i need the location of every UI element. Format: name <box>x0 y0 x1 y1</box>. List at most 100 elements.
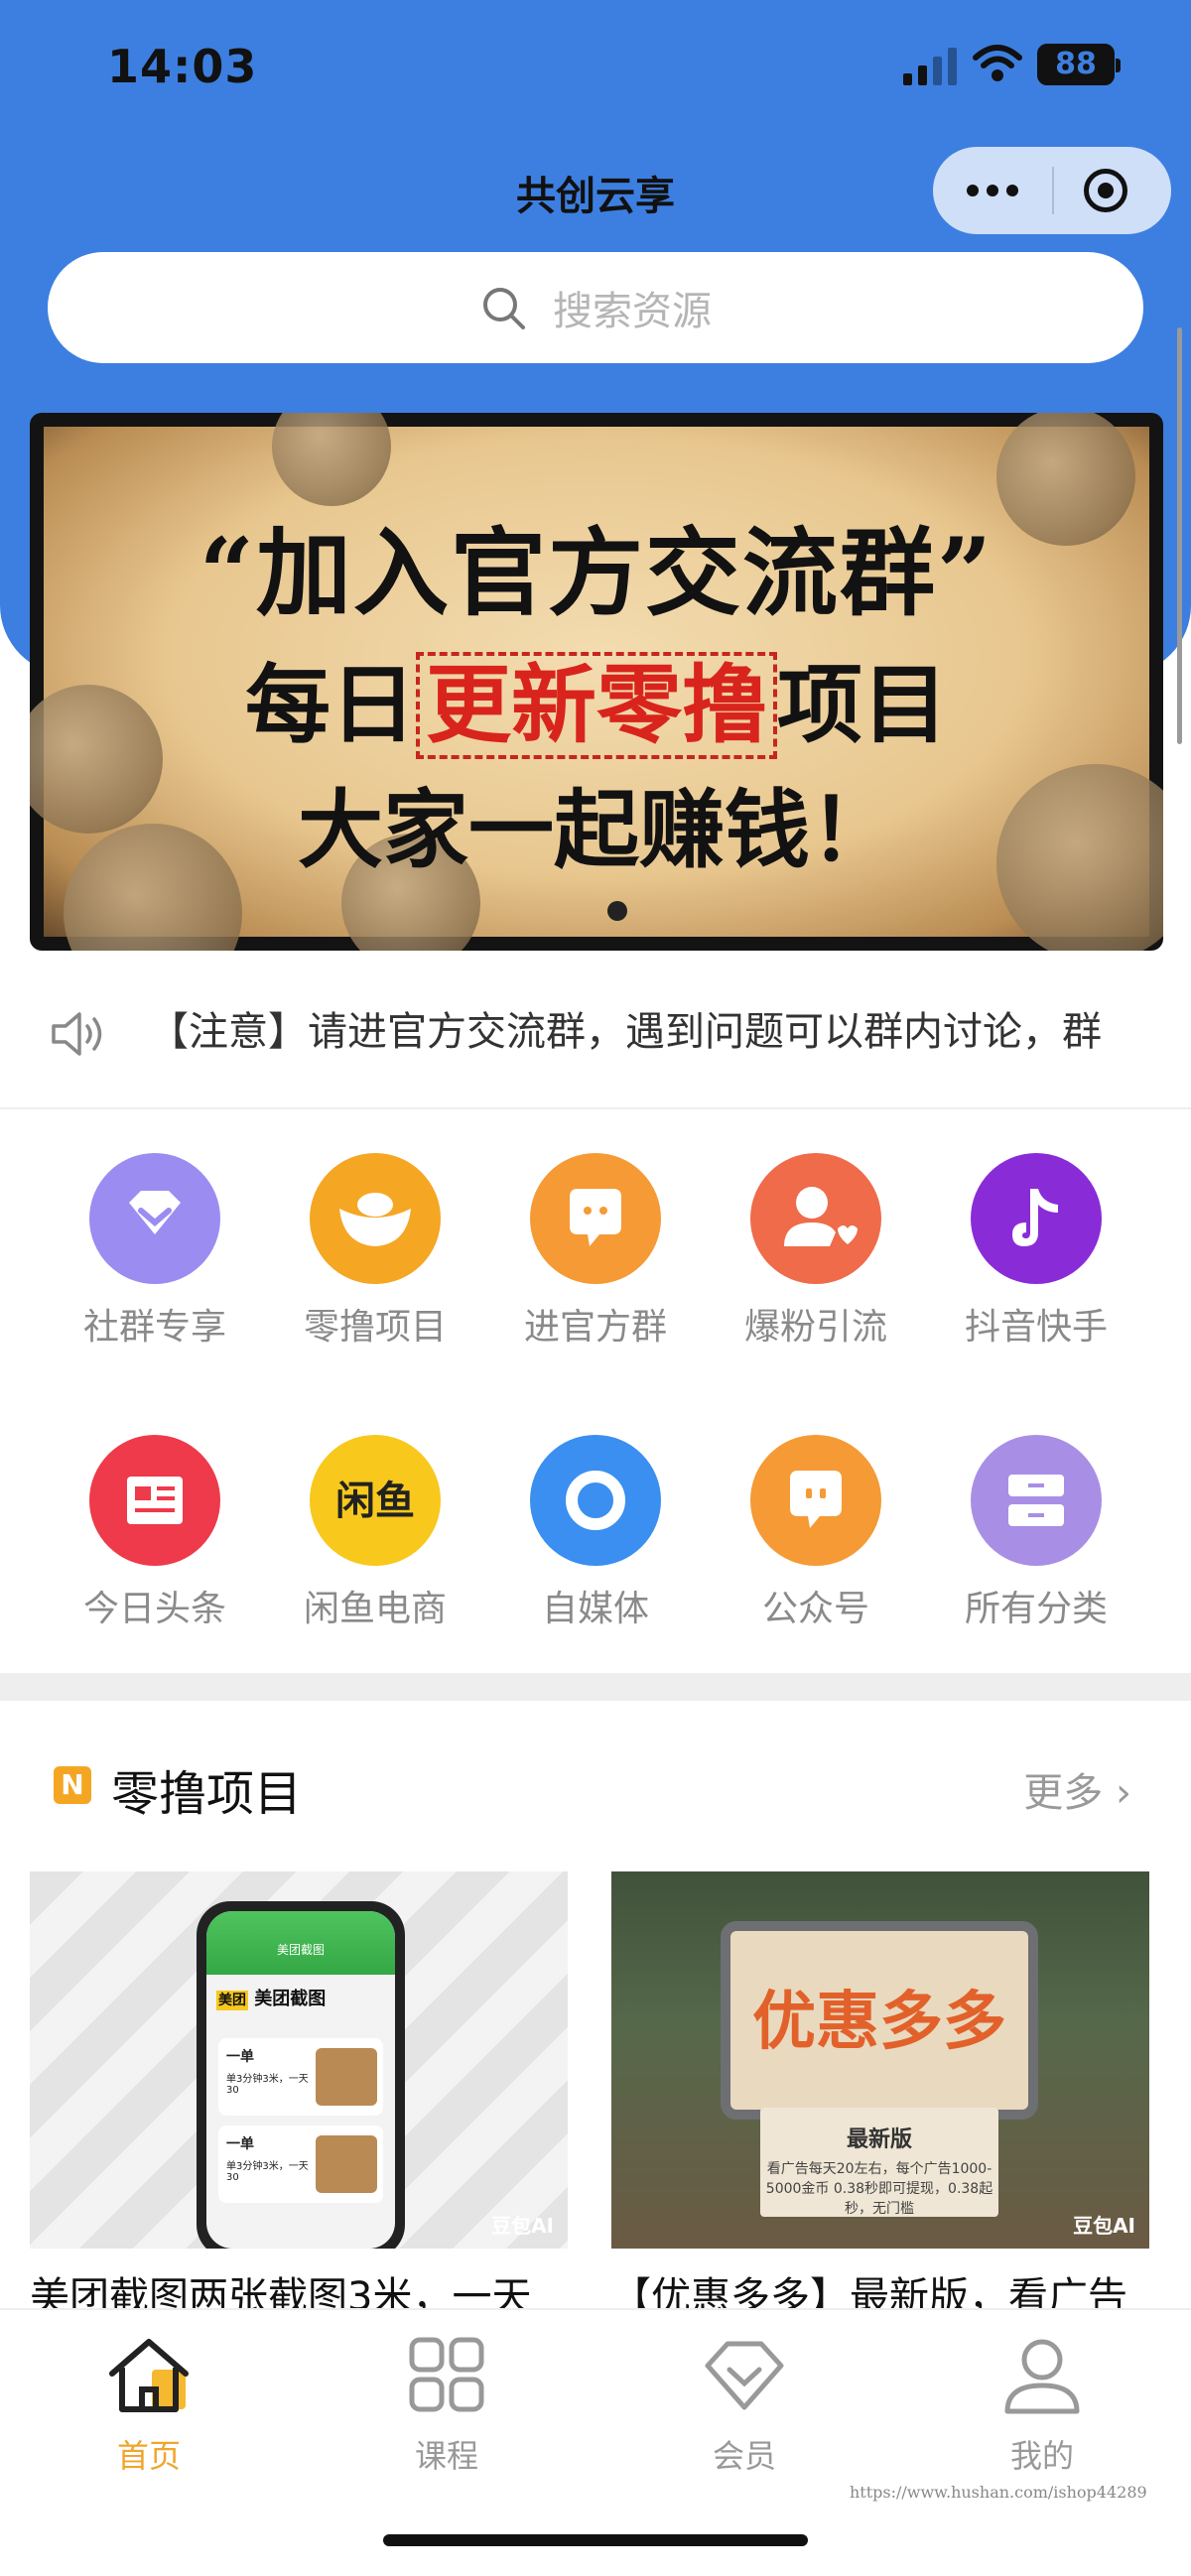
divider <box>0 1107 1191 1109</box>
banner-subline-start: 每日 <box>245 656 416 755</box>
notice-paper: 最新版 看广告每天20左右，每个广告1000-5000金币 0.38秒即可提现，… <box>760 2108 998 2217</box>
battery-indicator: 88 <box>1037 44 1121 85</box>
app-page: { "status_bar": {"time": "14:03", "batte… <box>0 0 1191 2576</box>
category-zimeiti[interactable]: 自媒体 <box>486 1423 705 1651</box>
xianyu-icon: 闲鱼 <box>310 1435 441 1566</box>
category-guanfangqun[interactable]: 进官方群 <box>486 1141 705 1369</box>
category-shequn[interactable]: 社群专享 <box>46 1141 264 1369</box>
banner-slogan: 大家一起赚钱！ <box>298 781 895 880</box>
category-baofen[interactable]: 爆粉引流 <box>707 1141 925 1369</box>
banner-headline: “加入官方交流群” <box>198 517 994 629</box>
tab-mine[interactable]: 我的 <box>943 2330 1141 2479</box>
paper-subtitle: 看广告每天20左右，每个广告1000-5000金币 0.38秒即可提现，0.38… <box>765 2161 993 2217</box>
phone-list-item: 一单单3分钟3米，一天30 <box>218 2125 383 2203</box>
section-separator <box>0 1673 1191 1701</box>
phone-title: 美团 美团截图 <box>216 1985 326 2010</box>
section-badge-icon: N <box>54 1766 91 1804</box>
mini-program-capsule <box>933 147 1171 234</box>
scrollbar[interactable] <box>1177 327 1182 744</box>
phone-item-title: 一单 <box>226 2049 254 2065</box>
promo-banner[interactable]: “加入官方交流群” 每日 更新零撸 项目 大家一起赚钱！ <box>30 413 1163 951</box>
status-bar: 14:03 88 <box>0 0 1191 129</box>
category-gongzhonghao[interactable]: 公众号 <box>707 1423 925 1651</box>
phone-mockup: 美团截图 美团 美团截图 一单 单3分钟3米，一天30 一单 单3分钟3米，一天30 <box>197 1901 405 2249</box>
phone-tag: 美团 <box>216 1991 248 2010</box>
category-douyin[interactable]: 抖音快手 <box>927 1141 1145 1369</box>
category-label: 闲鱼电商 <box>303 1589 447 1629</box>
tab-member[interactable]: 会员 <box>645 2330 844 2479</box>
category-label: 所有分类 <box>964 1589 1108 1629</box>
phone-item-sub: 单3分钟3米，一天30 <box>226 2074 309 2096</box>
category-linglu[interactable]: 零撸项目 <box>266 1141 484 1369</box>
tab-label: 我的 <box>1009 2437 1074 2475</box>
user-icon <box>1004 2339 1080 2414</box>
category-label: 自媒体 <box>541 1589 649 1629</box>
tab-home[interactable]: 首页 <box>50 2330 248 2479</box>
section-title: 零撸项目 <box>111 1766 303 1822</box>
category-label: 公众号 <box>761 1589 869 1629</box>
category-all[interactable]: 所有分类 <box>927 1423 1145 1651</box>
home-icon <box>109 2339 189 2412</box>
banner-subline: 每日 更新零撸 项目 <box>44 635 1149 759</box>
more-options-icon[interactable] <box>963 169 1022 212</box>
watermark-url: https://www.hushan.com/ishop44289 <box>850 2483 1147 2502</box>
home-indicator[interactable] <box>383 2534 808 2546</box>
media-ring-icon <box>530 1435 661 1566</box>
category-label: 爆粉引流 <box>743 1307 887 1348</box>
svg-text:闲鱼: 闲鱼 <box>335 1479 415 1524</box>
wifi-icon <box>973 45 1022 81</box>
more-label: 更多 <box>1023 1770 1104 1816</box>
gold-ingot-icon <box>310 1153 441 1284</box>
phone-item-sub: 单3分钟3米，一天30 <box>226 2161 309 2183</box>
watermark: 豆包AI <box>1073 2214 1135 2238</box>
speaker-icon <box>52 1012 102 1056</box>
search-bar[interactable]: 搜索资源 <box>48 252 1143 363</box>
section-header: N 零撸项目 更多 › <box>0 1746 1191 1826</box>
category-xianyu[interactable]: 闲鱼 闲鱼电商 <box>266 1423 484 1651</box>
tab-course[interactable]: 课程 <box>347 2330 546 2479</box>
search-icon <box>483 288 525 329</box>
carousel-indicator[interactable] <box>607 901 627 921</box>
category-label: 零撸项目 <box>303 1307 447 1348</box>
project-card[interactable]: 美团截图 美团 美团截图 一单 单3分钟3米，一天30 一单 单3分钟3米，一天30… <box>30 1871 568 2320</box>
status-time: 14:03 <box>107 40 258 93</box>
tab-label: 首页 <box>116 2437 181 2475</box>
close-target-icon[interactable] <box>1084 169 1127 212</box>
tiktok-icon <box>971 1153 1102 1284</box>
category-label: 进官方群 <box>523 1307 667 1348</box>
sign-text: 优惠多多 <box>752 1986 1006 2059</box>
project-card[interactable]: 优惠多多 最新版 看广告每天20左右，每个广告1000-5000金币 0.38秒… <box>611 1871 1149 2320</box>
chat-bubble-icon <box>750 1435 881 1566</box>
phone-title-text: 美团截图 <box>254 1989 327 2009</box>
capsule-divider <box>1052 167 1054 214</box>
news-icon <box>89 1435 220 1566</box>
notice-text: 【注意】请进官方交流群，遇到问题可以群内讨论，群 <box>149 1009 1102 1055</box>
signal-icon <box>903 48 957 85</box>
card-thumbnail: 美团截图 美团 美团截图 一单 单3分钟3米，一天30 一单 单3分钟3米，一天30… <box>30 1871 568 2249</box>
diamond-outline-icon <box>705 2341 784 2410</box>
notice-bar[interactable]: 【注意】请进官方交流群，遇到问题可以群内讨论，群 <box>0 982 1191 1082</box>
banner-highlight: 更新零撸 <box>416 652 777 759</box>
more-link[interactable]: 更多 › <box>1023 1760 1131 1818</box>
grid-icon <box>409 2337 484 2412</box>
category-label: 抖音快手 <box>964 1307 1108 1348</box>
card-thumbnail: 优惠多多 最新版 看广告每天20左右，每个广告1000-5000金币 0.38秒… <box>611 1871 1149 2249</box>
phone-item-title: 一单 <box>226 2136 254 2152</box>
coin-decoration <box>272 413 391 506</box>
category-list-icon <box>971 1435 1102 1566</box>
category-label: 社群专享 <box>82 1307 226 1348</box>
phone-list-item: 一单单3分钟3米，一天30 <box>218 2038 383 2116</box>
user-heart-icon <box>750 1153 881 1284</box>
paper-title: 最新版 <box>846 2127 912 2152</box>
chevron-right-icon: › <box>1116 1770 1131 1816</box>
category-toutiao[interactable]: 今日头条 <box>46 1423 264 1651</box>
tab-label: 会员 <box>712 2437 776 2475</box>
sign-board: 优惠多多 <box>721 1921 1038 2120</box>
tab-label: 课程 <box>414 2437 478 2475</box>
category-label: 今日头条 <box>82 1589 226 1629</box>
diamond-icon <box>89 1153 220 1284</box>
phone-header-text: 美团截图 <box>276 1943 325 1957</box>
watermark: 豆包AI <box>491 2214 554 2238</box>
search-placeholder: 搜索资源 <box>553 289 712 334</box>
chat-bubble-icon <box>530 1153 661 1284</box>
